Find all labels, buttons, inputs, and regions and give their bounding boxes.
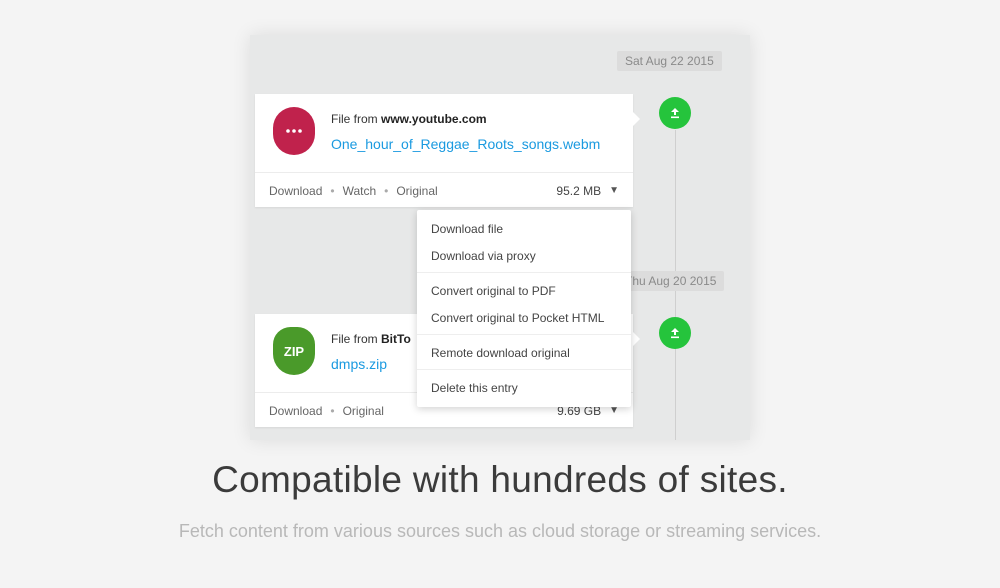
menu-item-delete-entry[interactable]: Delete this entry (431, 381, 518, 395)
source-domain: BitTo (381, 332, 411, 346)
original-link[interactable]: Original (343, 404, 384, 418)
original-link[interactable]: Original (396, 184, 437, 198)
menu-divider (417, 272, 631, 273)
menu-divider (417, 369, 631, 370)
menu-item-download-via-proxy[interactable]: Download via proxy (431, 249, 536, 263)
date-label: Thu Aug 20 2015 (617, 271, 725, 291)
hero-headline: Compatible with hundreds of sites. (212, 459, 788, 500)
file-card-header: File from www.youtube.com One_hour_of_Re… (255, 94, 633, 172)
app-screenshot-panel: Sat Aug 22 2015 File from www.youtube.co… (250, 35, 750, 440)
upload-button[interactable] (659, 97, 691, 129)
file-source: File from BitTo (331, 332, 411, 346)
upload-icon (671, 108, 679, 119)
menu-item-download-file[interactable]: Download file (431, 222, 503, 236)
upload-button[interactable] (659, 317, 691, 349)
download-link[interactable]: Download (269, 184, 322, 198)
menu-item-convert-pocket-html[interactable]: Convert original to Pocket HTML (431, 311, 604, 325)
file-actions-dropdown: Download file Download via proxy Convert… (417, 210, 631, 407)
source-domain: www.youtube.com (381, 112, 487, 126)
file-source: File from www.youtube.com (331, 112, 487, 126)
video-file-icon (273, 107, 315, 155)
file-size: 95.2 MB (556, 183, 602, 198)
date-label: Sat Aug 22 2015 (617, 51, 722, 71)
menu-item-remote-download[interactable]: Remote download original (431, 346, 570, 360)
watch-link[interactable]: Watch (343, 184, 377, 198)
file-card: File from www.youtube.com One_hour_of_Re… (255, 94, 640, 208)
menu-item-convert-pdf[interactable]: Convert original to PDF (431, 284, 556, 298)
menu-divider (417, 334, 631, 335)
chevron-down-icon[interactable]: ▼ (609, 185, 619, 196)
upload-icon (671, 328, 679, 339)
file-card-actions: Download • Watch • Original 95.2 MB ▼ (255, 172, 633, 208)
download-link[interactable]: Download (269, 404, 322, 418)
zip-file-icon: ZIP (273, 327, 315, 375)
hero-subline: Fetch content from various sources such … (178, 521, 822, 541)
file-name-link[interactable]: dmps.zip (331, 356, 387, 372)
file-name-link[interactable]: One_hour_of_Reggae_Roots_songs.webm (331, 136, 600, 152)
